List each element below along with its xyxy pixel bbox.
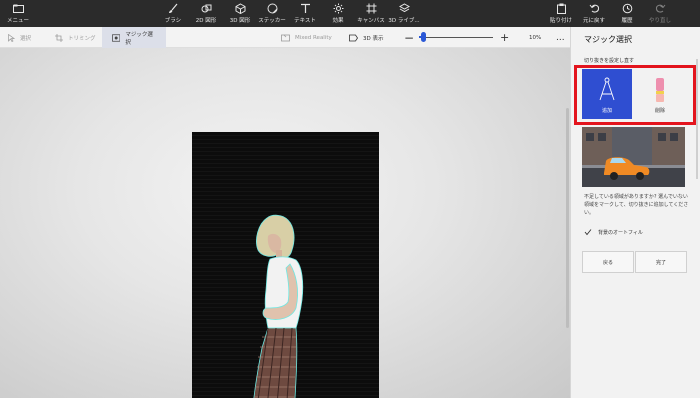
redo-icon [654, 3, 666, 14]
tool-3d-library[interactable]: 3D ライブ... [386, 3, 422, 24]
autofill-checkbox[interactable]: 背景のオートフィル [584, 228, 643, 236]
tool-effects[interactable]: 効果 [320, 3, 356, 24]
select-tool[interactable]: 選択 [8, 27, 31, 48]
history-button[interactable]: 履歴 [609, 3, 645, 24]
crop-tool[interactable]: トリミング [55, 27, 96, 48]
zoom-value-label: 10% [529, 34, 542, 41]
tool-canvas[interactable]: キャンバス [353, 3, 389, 24]
redo-button[interactable]: やり直し [642, 3, 678, 24]
add-mode-button[interactable]: 追加 [582, 69, 632, 119]
mixed-reality-icon [281, 34, 290, 41]
tool-effects-label: 効果 [332, 18, 344, 24]
zoom-value[interactable]: 10% [529, 27, 541, 48]
remove-mode-label: 削除 [654, 108, 665, 114]
remove-mode-button[interactable]: 削除 [635, 69, 685, 119]
paste-label: 貼り付け [549, 18, 572, 24]
tool-brush-label: ブラシ [164, 18, 182, 24]
tool-3d-shapes[interactable]: 3D 図形 [222, 3, 258, 24]
tool-canvas-label: キャンバス [357, 18, 385, 24]
add-mode-label: 追加 [601, 108, 612, 114]
cursor-icon [8, 33, 15, 42]
select-label: 選択 [20, 35, 32, 42]
history-icon [621, 3, 633, 14]
canvas-scrollbar[interactable] [566, 108, 569, 328]
tool-stickers[interactable]: ステッカー [254, 3, 290, 24]
tool-text-label: テキスト [294, 18, 316, 24]
shapes-2d-icon [200, 3, 212, 14]
brush-icon [167, 3, 179, 14]
paste-button[interactable]: 貼り付け [543, 3, 579, 24]
compass-icon [599, 77, 615, 101]
top-toolbar: メニュー ブラシ 2D 図形 3D 図形 ステッカー テキスト 効果 キャンバス… [0, 0, 700, 27]
undo-label: 元に戻す [582, 18, 605, 24]
magic-select-panel: マジック選択 切り抜きを設定し直す 追加 削除 不足している領域がありますか? … [570, 27, 700, 398]
magic-select-icon [112, 33, 121, 42]
crop-label: トリミング [68, 35, 96, 42]
undo-icon [588, 3, 600, 14]
mixed-reality-button[interactable]: Mixed Reality [281, 27, 332, 48]
cube-icon [234, 3, 246, 14]
tool-3d-library-label: 3D ライブ... [388, 18, 420, 24]
autofill-label: 背景のオートフィル [598, 229, 643, 236]
tool-2d-shapes-label: 2D 図形 [195, 18, 217, 24]
tool-text[interactable]: テキスト [287, 3, 323, 24]
panel-scrollbar[interactable] [696, 59, 698, 179]
history-label: 履歴 [621, 18, 633, 24]
magic-select-label: マジック選択 [125, 31, 153, 46]
crop-icon [55, 33, 63, 42]
sticker-icon [266, 3, 278, 14]
paste-icon [555, 3, 567, 14]
eraser-icon [656, 78, 664, 102]
zoom-slider-track[interactable] [419, 37, 493, 38]
tool-brush[interactable]: ブラシ [155, 3, 191, 24]
tool-3d-shapes-label: 3D 図形 [229, 18, 251, 24]
undo-button[interactable]: 元に戻す [576, 3, 612, 24]
magic-select-tool[interactable]: マジック選択 [102, 27, 166, 48]
minus-icon: − [404, 30, 415, 45]
menu-label: メニュー [6, 18, 29, 24]
photo-canvas[interactable] [192, 132, 379, 398]
library-3d-icon [398, 3, 410, 14]
back-button[interactable]: 戻る [582, 251, 634, 273]
canvas-area[interactable] [0, 48, 570, 398]
mixed-reality-label: Mixed Reality [295, 34, 332, 41]
hint-text: 不足している領域がありますか? 選んでいない領域をマークして、切り抜きに追加して… [584, 194, 689, 216]
text-icon [299, 3, 311, 14]
plus-icon: + [500, 31, 510, 44]
view-3d-button[interactable]: 3D 表示 [349, 27, 383, 48]
folder-icon [12, 3, 24, 14]
view-3d-icon [349, 34, 358, 41]
car-illustration [582, 127, 685, 187]
tool-stickers-label: ステッカー [258, 18, 286, 24]
panel-title: マジック選択 [584, 35, 632, 44]
more-options-button[interactable]: ... [556, 27, 565, 48]
view-3d-label: 3D 表示 [363, 35, 384, 42]
panel-subtitle: 切り抜きを設定し直す [584, 58, 635, 64]
checkmark-icon [584, 229, 592, 236]
zoom-in-button[interactable]: + [500, 27, 509, 48]
more-icon: ... [556, 32, 565, 43]
effects-icon [332, 3, 344, 14]
redo-label: やり直し [648, 18, 671, 24]
canvas-icon [365, 3, 377, 14]
done-button[interactable]: 完了 [635, 251, 687, 273]
zoom-out-button[interactable]: − [404, 27, 414, 48]
menu-button[interactable]: メニュー [0, 3, 36, 24]
zoom-slider-thumb[interactable] [420, 32, 426, 42]
portrait-image [253, 214, 304, 398]
tool-2d-shapes[interactable]: 2D 図形 [188, 3, 224, 24]
